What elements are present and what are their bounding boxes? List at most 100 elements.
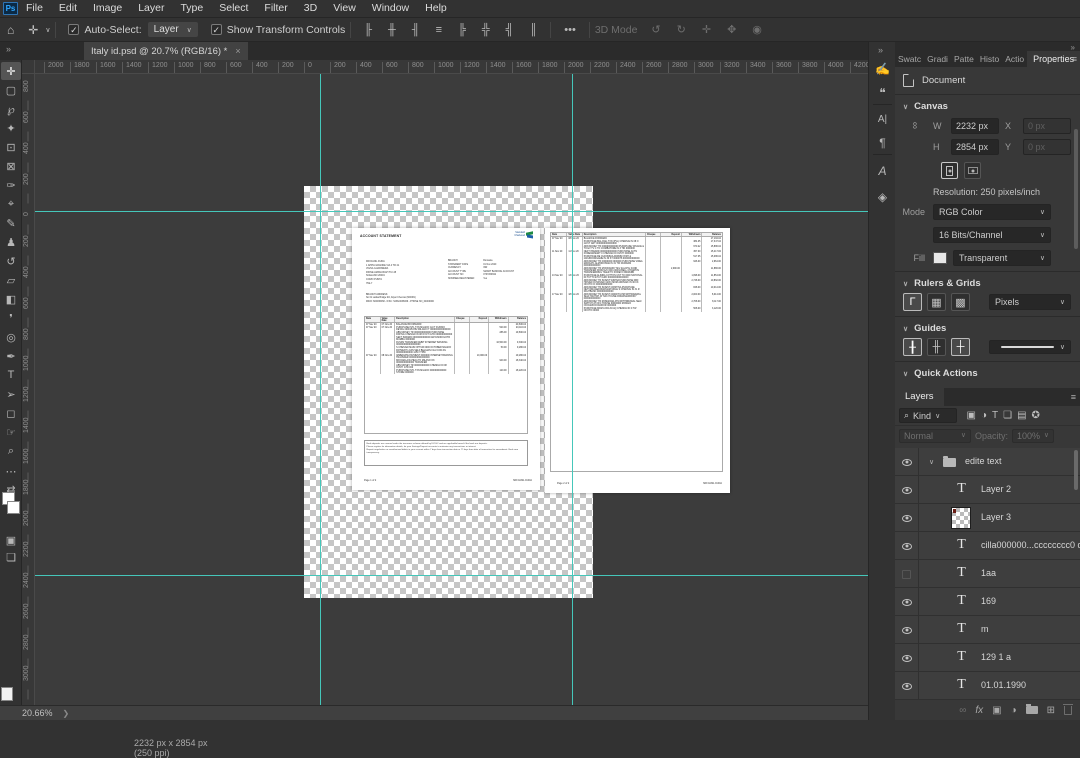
panel-menu-icon[interactable]: ≡ [1072, 54, 1077, 64]
lasso-tool-icon[interactable]: ℘ [1, 100, 21, 118]
move-tool-icon[interactable]: ✛ [1, 62, 21, 80]
guides-section-header[interactable]: ∨ Guides [895, 317, 1080, 338]
eraser-tool-icon[interactable]: ▱ [1, 271, 21, 289]
guide-style-dropdown[interactable]: ∨ [989, 340, 1071, 354]
zoom-level-field[interactable]: 20.66% [22, 708, 53, 718]
toggle-rulers-icon[interactable]: Γ [903, 293, 922, 311]
hand-tool-icon[interactable]: ☞ [1, 423, 21, 441]
align-top-edges-icon[interactable]: ≡ [428, 24, 450, 36]
menu-window[interactable]: Window [364, 0, 417, 17]
ruler-origin-corner[interactable] [22, 60, 35, 74]
gradient-tool-icon[interactable]: ◧ [1, 290, 21, 308]
canvas-viewport[interactable]: ACCOUNT STATEMENT Standard Chartered MR … [35, 74, 868, 705]
auto-select-checkbox[interactable]: ✓ [68, 24, 80, 35]
height-field[interactable]: 2854 px [951, 139, 999, 155]
status-options-icon[interactable]: ❯ [63, 709, 70, 718]
auto-select-target-dropdown[interactable]: Layer ∨ [147, 22, 198, 37]
3d-panel-icon[interactable]: ◈ [869, 190, 896, 204]
menu-help[interactable]: Help [417, 0, 455, 17]
color-mode-dropdown[interactable]: RGB Color ∨ [933, 204, 1051, 220]
horizontal-guide[interactable] [35, 211, 868, 212]
menu-select[interactable]: Select [211, 0, 256, 17]
layer-row[interactable]: T 169 [895, 588, 1080, 616]
quick-actions-section-header[interactable]: ∨ Quick Actions [895, 362, 1080, 383]
healing-brush-tool-icon[interactable]: ⌖ [1, 195, 21, 213]
layer-row[interactable]: Tm [895, 616, 1080, 644]
layer-row[interactable]: T 1aa [895, 560, 1080, 588]
background-color-swatch[interactable] [7, 501, 20, 514]
width-field[interactable]: 2232 px [951, 118, 999, 134]
character-panel-icon[interactable]: A| [869, 114, 896, 125]
more-align-options-icon[interactable]: ••• [556, 24, 584, 36]
horizontal-guide[interactable] [35, 575, 868, 576]
layer-row[interactable]: Tcilla000000...cccccccc0 d [895, 532, 1080, 560]
glyphs-panel-icon[interactable]: A [869, 164, 896, 178]
toggle-grid-icon[interactable]: ▦ [927, 293, 946, 311]
tab-histo[interactable]: Histo [977, 51, 1002, 67]
vertical-guide[interactable] [320, 74, 321, 705]
close-icon[interactable]: × [235, 46, 240, 56]
orientation-portrait-button[interactable] [941, 162, 958, 179]
home-icon[interactable]: ⌂ [0, 23, 21, 37]
properties-scrollbar[interactable] [1074, 129, 1078, 249]
tab-actio[interactable]: Actio [1002, 51, 1027, 67]
layers-panel-menu-icon[interactable]: ≡ [1071, 392, 1076, 402]
link-layers-icon[interactable]: ∞ [959, 705, 966, 716]
menu-image[interactable]: Image [85, 0, 130, 17]
frame-tool-icon[interactable]: ⊠ [1, 157, 21, 175]
show-transform-checkbox[interactable]: ✓ [210, 24, 222, 35]
distribute-vertical-icon[interactable]: ║ [521, 24, 545, 36]
screen-mode-icon[interactable]: ❏ [1, 548, 21, 566]
orientation-landscape-button[interactable] [964, 162, 981, 179]
foreground-color-chip[interactable] [1, 687, 13, 701]
tab-overflow-icon[interactable]: » [6, 44, 11, 54]
comments-panel-icon[interactable]: ❝ [869, 86, 896, 100]
layer-visibility-eye-icon[interactable] [895, 448, 919, 476]
type-tool-icon[interactable]: T [1, 366, 21, 384]
shape-tool-icon[interactable]: ◻ [1, 404, 21, 422]
chevron-down-icon[interactable]: ∨ [45, 26, 50, 34]
menu-view[interactable]: View [325, 0, 364, 17]
distribute-right-icon[interactable]: ╣ [498, 24, 522, 36]
layer-row[interactable]: T 129 1 a [895, 644, 1080, 672]
layer-visibility-eye-icon[interactable] [895, 504, 919, 532]
layer-mask-icon[interactable]: ▣ [992, 705, 1001, 716]
bit-depth-dropdown[interactable]: 16 Bits/Channel ∨ [933, 227, 1051, 243]
quick-mask-icon[interactable]: ▣ [1, 531, 21, 549]
tab-patte[interactable]: Patte [951, 51, 977, 67]
eyedropper-tool-icon[interactable]: ✑ [1, 176, 21, 194]
history-panel-icon[interactable]: ✍ [869, 62, 896, 76]
lock-guides-icon[interactable]: ╫ [927, 338, 946, 356]
new-layer-icon[interactable]: ⊞ [1047, 705, 1055, 716]
layer-filter-dropdown[interactable]: ⌕ Kind ∨ [899, 408, 957, 423]
filter-type-layers-icon[interactable]: T [990, 410, 1001, 421]
layers-scrollbar[interactable] [1074, 450, 1078, 490]
distribute-left-icon[interactable]: ╠ [450, 24, 474, 36]
clone-stamp-tool-icon[interactable]: ♟ [1, 233, 21, 251]
dodge-tool-icon[interactable]: ◎ [1, 328, 21, 346]
align-horizontal-centers-icon[interactable]: ╫ [380, 24, 404, 36]
layer-row[interactable]: T 01.01.1990 [895, 672, 1080, 700]
rectangular-marquee-tool-icon[interactable]: ▢ [1, 81, 21, 99]
menu-layer[interactable]: Layer [130, 0, 172, 17]
toggle-guides-icon[interactable]: ╂ [903, 338, 922, 356]
link-dimensions-icon[interactable]: ∞ [909, 122, 920, 129]
pen-tool-icon[interactable]: ✒ [1, 347, 21, 365]
align-left-edges-icon[interactable]: ╟ [356, 24, 380, 36]
filter-pixel-layers-icon[interactable]: ▣ [964, 410, 978, 421]
layer-row[interactable]: T Layer 2 [895, 476, 1080, 504]
fill-swatch[interactable] [933, 252, 947, 264]
filter-adjustment-layers-icon[interactable]: ◑ [978, 410, 989, 421]
layer-visibility-off[interactable] [895, 560, 919, 588]
blur-tool-icon[interactable]: ❜ [1, 309, 21, 327]
layer-row[interactable]: ∨ edite text [895, 448, 1080, 476]
tab-swatc[interactable]: Swatc [895, 51, 924, 67]
layer-row[interactable]: Layer 3 [895, 504, 1080, 532]
distribute-horizontal-icon[interactable]: ╬ [474, 24, 498, 36]
edit-toolbar-icon[interactable]: ⋯ [1, 462, 21, 480]
group-expand-chevron-icon[interactable]: ∨ [929, 458, 934, 466]
zoom-tool-icon[interactable]: ⌕ [1, 442, 21, 460]
layer-visibility-eye-icon[interactable] [895, 588, 919, 616]
vertical-guide[interactable] [572, 74, 573, 705]
tab-gradi[interactable]: Gradi [924, 51, 951, 67]
